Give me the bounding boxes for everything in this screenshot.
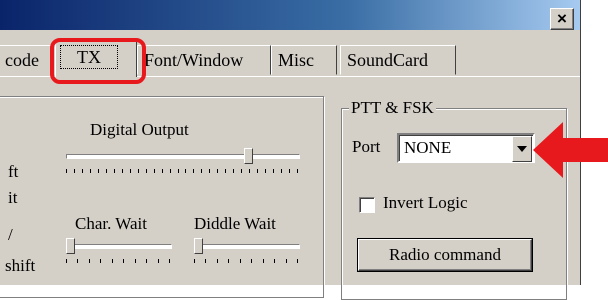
- tick-mark: [209, 169, 210, 173]
- tab-misc[interactable]: Misc: [271, 45, 337, 75]
- tick-mark: [158, 259, 159, 263]
- tick-mark: [100, 259, 101, 263]
- digital-output-label: Digital Output: [90, 120, 189, 139]
- tick-mark: [297, 169, 298, 173]
- digital-output-slider-thumb[interactable]: [244, 148, 253, 164]
- digital-output-ticks: [66, 169, 298, 174]
- tick-mark: [74, 169, 75, 173]
- tick-mark: [217, 259, 218, 263]
- red-arrow-annotation: [533, 122, 608, 178]
- tick-mark: [251, 259, 252, 263]
- tick-mark: [146, 259, 147, 263]
- tick-mark: [217, 169, 218, 173]
- tick-mark: [162, 169, 163, 173]
- invert-logic-label: Invert Logic: [383, 193, 468, 212]
- tick-mark: [90, 169, 91, 173]
- diddle-wait-label: Diddle Wait: [194, 214, 276, 233]
- tick-mark: [205, 259, 206, 263]
- tick-mark: [114, 169, 115, 173]
- tick-mark: [106, 169, 107, 173]
- tick-mark: [77, 259, 78, 263]
- tab-font-window[interactable]: Font/Window: [137, 45, 271, 75]
- tick-mark: [225, 169, 226, 173]
- digital-output-slider-track[interactable]: [66, 154, 300, 159]
- close-button[interactable]: ×: [550, 8, 574, 30]
- diddle-wait-ticks: [194, 259, 298, 264]
- chevron-down-icon[interactable]: [512, 136, 532, 162]
- port-select-value: NONE: [404, 138, 452, 157]
- tick-mark: [138, 169, 139, 173]
- tick-mark: [194, 259, 195, 263]
- tick-mark: [170, 169, 171, 173]
- tick-mark: [263, 259, 264, 263]
- tab-misc-label: Misc: [278, 50, 314, 70]
- char-wait-label: Char. Wait: [75, 214, 147, 233]
- tick-mark: [122, 169, 123, 173]
- tick-mark: [241, 169, 242, 173]
- dialog-window: × code TX Font/Window Misc SoundCard Dig…: [0, 0, 581, 300]
- tab-soundcard[interactable]: SoundCard: [340, 45, 456, 75]
- tick-mark: [130, 169, 131, 173]
- tick-mark: [233, 169, 234, 173]
- tick-mark: [66, 259, 67, 263]
- tick-mark: [135, 259, 136, 263]
- tick-mark: [273, 169, 274, 173]
- tick-mark: [274, 259, 275, 263]
- char-wait-slider-track[interactable]: [66, 244, 172, 249]
- tick-mark: [178, 169, 179, 173]
- tick-mark: [82, 169, 83, 173]
- tick-mark: [66, 169, 67, 173]
- tick-mark: [289, 169, 290, 173]
- tab-code-label: code: [5, 50, 39, 70]
- char-wait-ticks: [66, 259, 170, 264]
- tick-mark: [193, 169, 194, 173]
- ptt-fsk-group-title: PTT & FSK: [349, 98, 436, 118]
- left-label-2: it: [8, 188, 18, 207]
- diddle-wait-slider-thumb[interactable]: [194, 238, 203, 254]
- tick-mark: [281, 169, 282, 173]
- char-wait-slider-thumb[interactable]: [66, 238, 75, 254]
- tick-mark: [169, 259, 170, 263]
- tick-mark: [146, 169, 147, 173]
- tick-mark: [249, 169, 250, 173]
- tick-mark: [185, 169, 186, 173]
- left-label-4: shift: [5, 256, 36, 275]
- tick-mark: [201, 169, 202, 173]
- port-label: Port: [352, 137, 381, 156]
- tick-mark: [286, 259, 287, 263]
- tick-mark: [240, 259, 241, 263]
- title-bar[interactable]: ×: [0, 0, 580, 30]
- tab-font-window-label: Font/Window: [144, 50, 244, 70]
- tx-tab-highlight-annotation: [50, 38, 146, 84]
- tick-mark: [112, 259, 113, 263]
- tab-soundcard-label: SoundCard: [347, 50, 428, 70]
- port-select[interactable]: NONE: [397, 133, 535, 163]
- diddle-wait-slider-track[interactable]: [194, 244, 300, 249]
- tick-mark: [123, 259, 124, 263]
- tick-mark: [265, 169, 266, 173]
- tick-mark: [297, 259, 298, 263]
- tick-mark: [98, 169, 99, 173]
- tick-mark: [154, 169, 155, 173]
- tick-mark: [89, 259, 90, 263]
- tick-mark: [257, 169, 258, 173]
- invert-logic-checkbox[interactable]: [359, 197, 375, 213]
- left-label-1: ft: [8, 162, 19, 181]
- tab-code[interactable]: code: [0, 45, 56, 75]
- tick-mark: [228, 259, 229, 263]
- left-label-3: /: [8, 225, 13, 244]
- radio-command-button[interactable]: Radio command: [358, 239, 532, 271]
